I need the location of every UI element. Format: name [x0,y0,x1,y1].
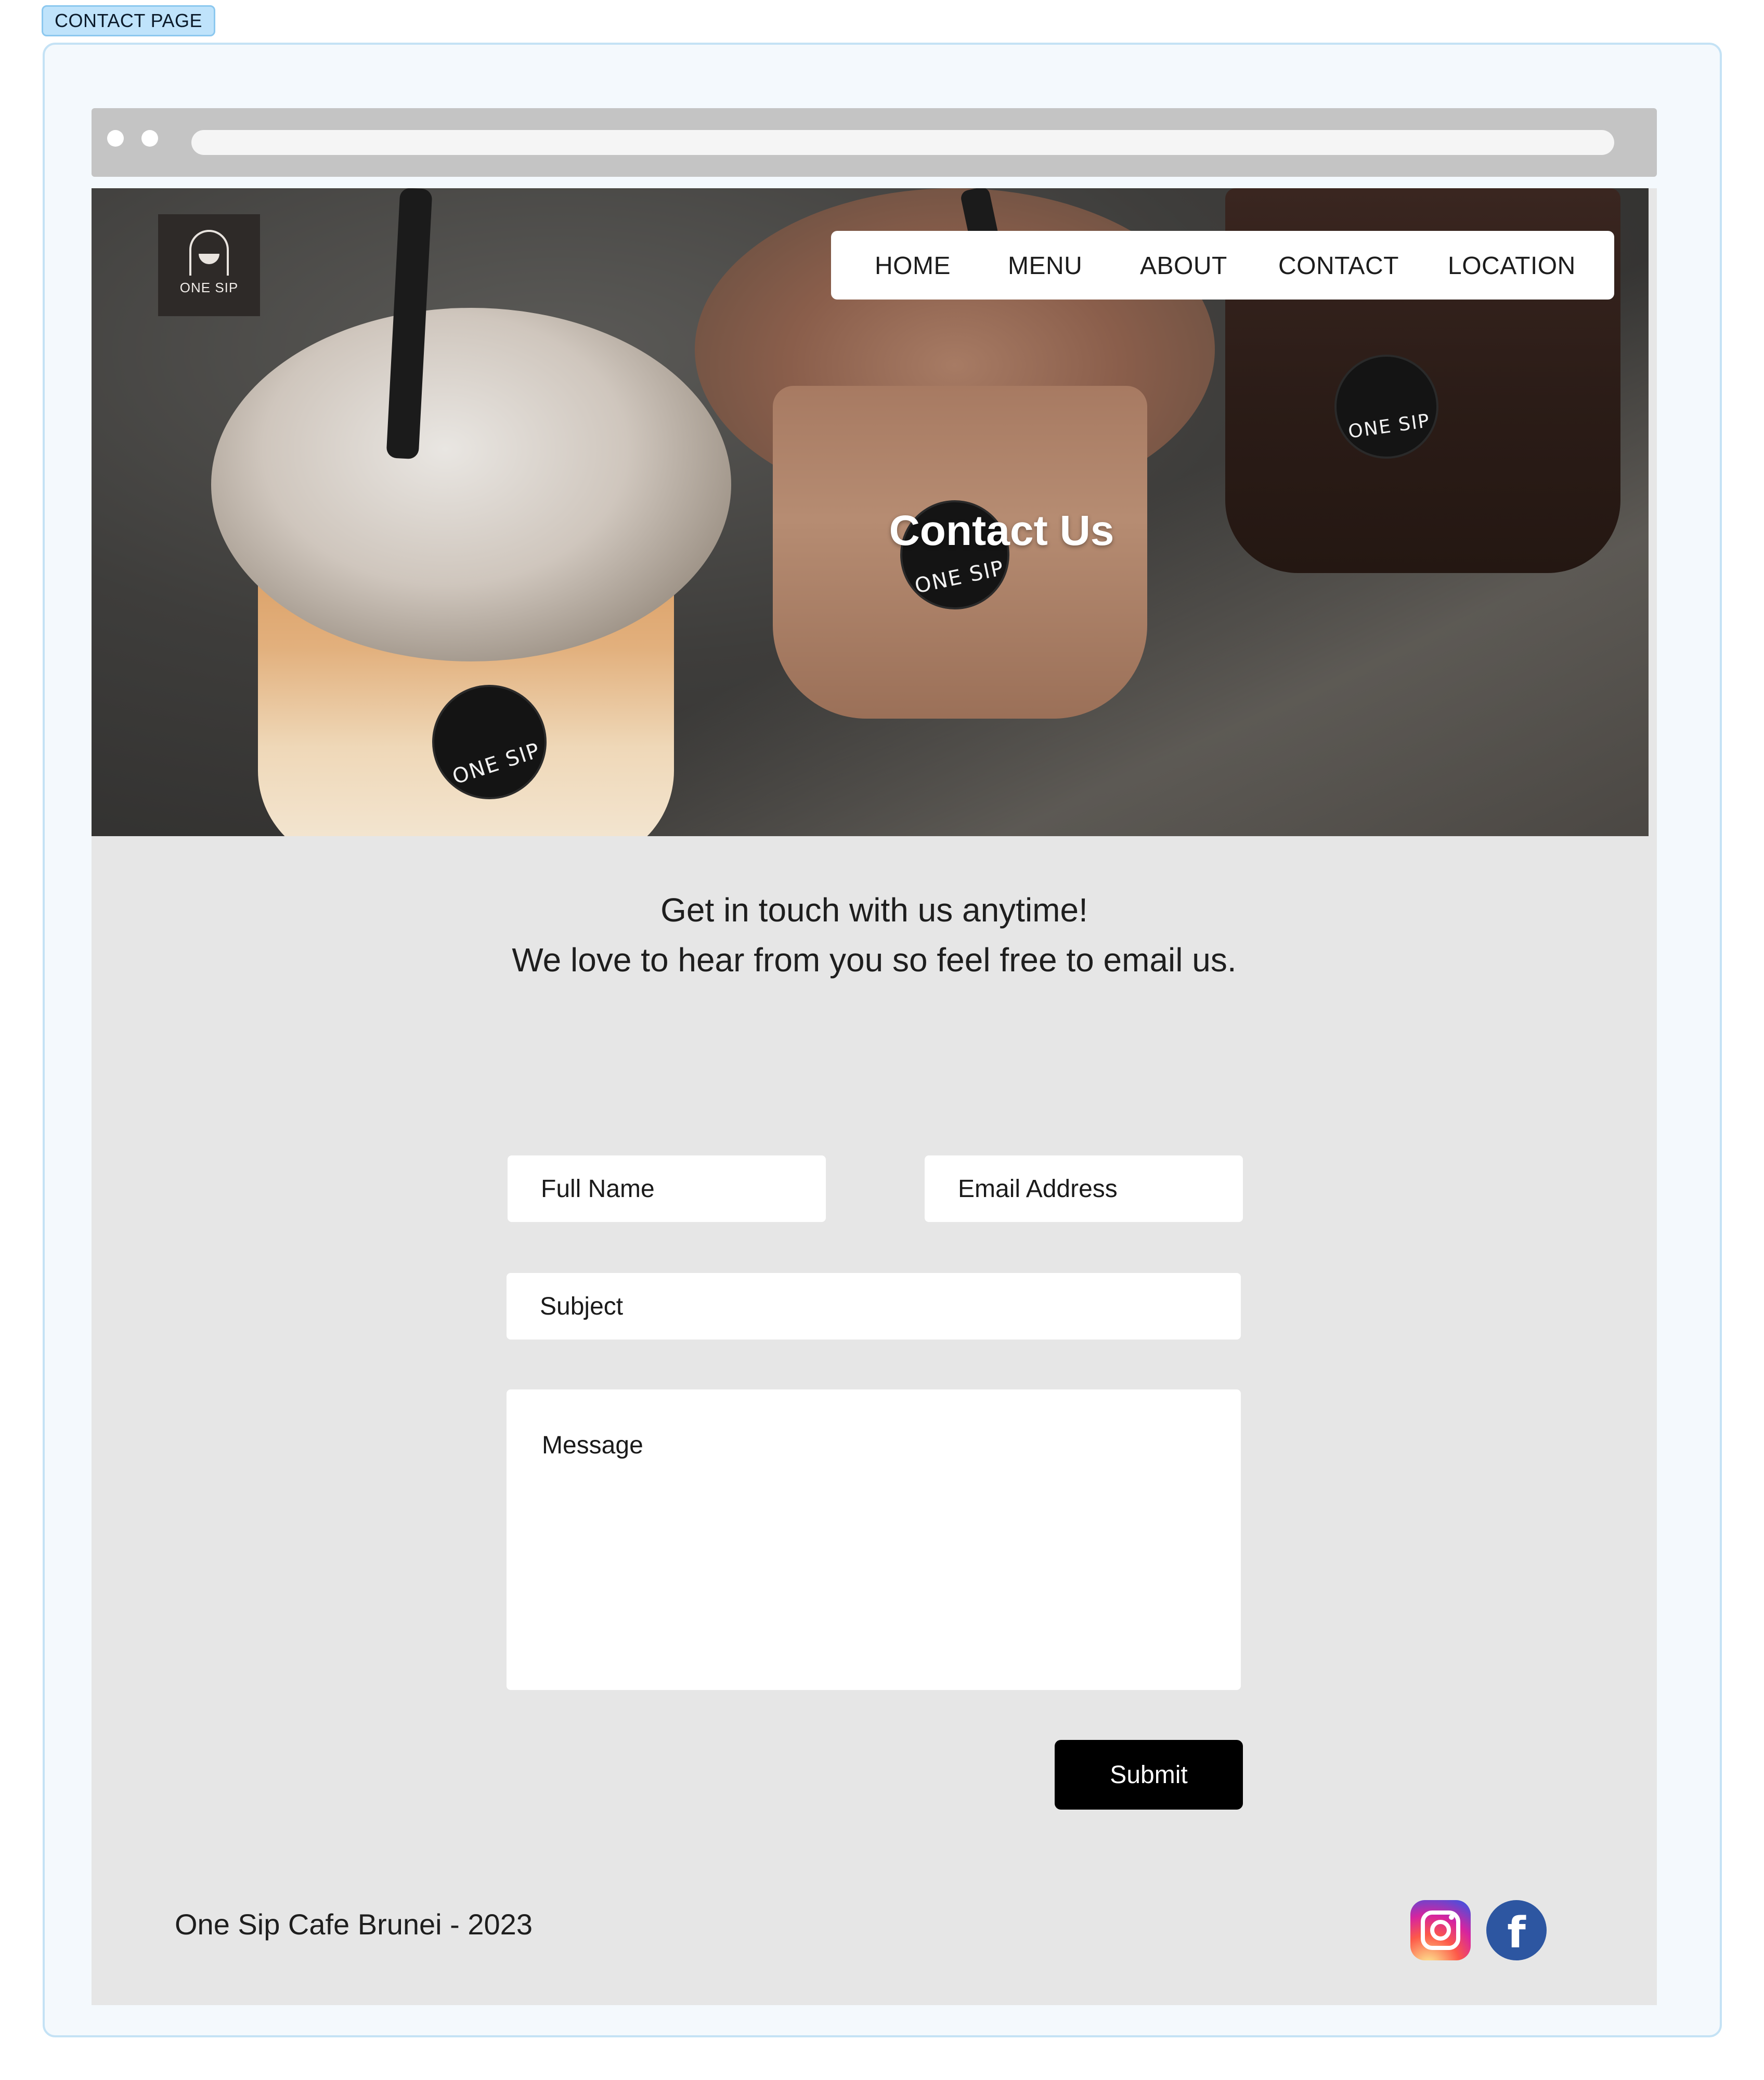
message-textarea[interactable] [507,1389,1241,1690]
page-title: Contact Us [889,507,1114,554]
window-dot-icon [107,130,124,147]
nav-item-contact[interactable]: CONTACT [1278,252,1399,280]
frame-label: CONTACT PAGE [42,5,216,36]
nav-item-location[interactable]: LOCATION [1448,252,1576,280]
intro-line: We love to hear from you so feel free to… [512,941,1237,979]
cup-arch-icon [189,230,229,276]
email-input[interactable] [925,1155,1243,1222]
subject-input[interactable] [507,1273,1241,1340]
instagram-flash [1449,1915,1454,1920]
submit-button[interactable]: Submit [1055,1740,1243,1810]
full-name-input[interactable] [508,1155,826,1222]
brand-logo[interactable]: ONE SIP [158,214,260,316]
window-dot-icon [141,130,158,147]
nav-item-menu[interactable]: MENU [1008,252,1082,280]
main-nav: HOME MENU ABOUT CONTACT LOCATION [831,231,1614,300]
intro-line: Get in touch with us anytime! [660,891,1088,929]
nav-item-home[interactable]: HOME [875,252,951,280]
address-bar[interactable] [191,130,1614,155]
facebook-icon[interactable]: f [1486,1900,1547,1960]
intro-text: Get in touch with us anytime! We love to… [92,885,1657,985]
nav-item-about[interactable]: ABOUT [1140,252,1227,280]
footer-copyright: One Sip Cafe Brunei - 2023 [175,1908,533,1941]
hero-photo-lid [211,308,731,661]
website-page: ONE SIP ONE SIP ONE SIP ONE SIP HOME MEN… [92,188,1657,2005]
browser-chrome-bar [92,108,1657,177]
instagram-lens [1430,1920,1451,1941]
instagram-icon[interactable] [1410,1900,1471,1960]
hero-banner: ONE SIP ONE SIP ONE SIP ONE SIP HOME MEN… [92,188,1649,836]
brand-logo-text: ONE SIP [179,280,239,295]
